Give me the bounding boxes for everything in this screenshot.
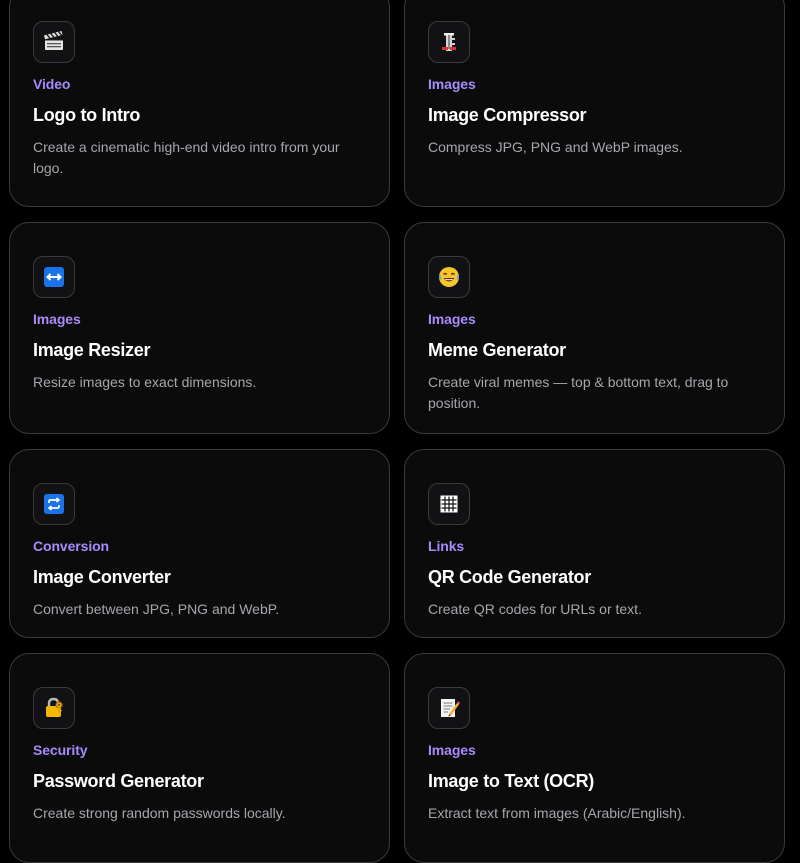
clamp-icon [428,21,470,63]
memo-icon [428,687,470,729]
tool-category: Images [428,76,476,92]
tool-title: Meme Generator [428,340,566,360]
tool-card-qr-code-generator[interactable]: Links QR Code Generator Create QR codes … [404,449,785,638]
clapperboard-icon [33,21,75,63]
tool-description: Create a cinematic high-end video intro … [33,139,340,176]
tool-card-image-compressor[interactable]: Images Image Compressor Compress JPG, PN… [404,0,785,207]
grid-icon [428,483,470,525]
tool-description: Extract text from images (Arabic/English… [428,805,686,821]
tool-card-image-to-text-ocr[interactable]: Images Image to Text (OCR) Extract text … [404,653,785,863]
tool-title: Logo to Intro [33,105,141,125]
tool-title: Image Compressor [428,105,587,125]
tool-category: Links [428,538,465,554]
left-right-arrow-icon [33,256,75,298]
lock-with-key-icon [33,687,75,729]
tool-card-password-generator[interactable]: Security Password Generator Create stron… [9,653,390,863]
tool-description: Convert between JPG, PNG and WebP. [33,601,280,617]
tool-card-image-converter[interactable]: Conversion Image Converter Convert betwe… [9,449,390,638]
repeat-arrows-icon [33,483,75,525]
tool-category: Images [33,311,81,327]
tool-title: Image Resizer [33,340,151,360]
tool-category: Images [428,742,476,758]
laughing-face-icon [428,256,470,298]
tool-category: Conversion [33,538,110,554]
tool-title: Image Converter [33,567,171,587]
tool-description: Create QR codes for URLs or text. [428,601,642,617]
tool-card-image-resizer[interactable]: Images Image Resizer Resize images to ex… [9,222,390,434]
tool-description: Compress JPG, PNG and WebP images. [428,139,683,155]
tool-title: Image to Text (OCR) [428,771,594,791]
tool-category: Images [428,311,476,327]
tool-title: Password Generator [33,771,204,791]
tool-card-meme-generator[interactable]: Images Meme Generator Create viral memes… [404,222,785,434]
tool-description: Create strong random passwords locally. [33,805,286,821]
tool-description: Resize images to exact dimensions. [33,374,257,390]
tools-grid: Video Logo to Intro Create a cinematic h… [9,0,785,863]
tool-description: Create viral memes — top & bottom text, … [428,374,729,411]
tool-title: QR Code Generator [428,567,591,587]
tool-category: Security [33,742,88,758]
tool-card-logo-to-intro[interactable]: Video Logo to Intro Create a cinematic h… [9,0,390,207]
tool-category: Video [33,76,71,92]
